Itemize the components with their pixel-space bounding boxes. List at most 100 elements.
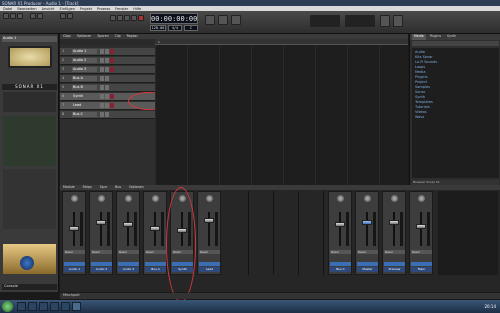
console-menu-module[interactable]: Module bbox=[63, 185, 75, 190]
tempo-display[interactable]: 120.00 bbox=[150, 25, 166, 31]
tv-menu-region[interactable]: Region bbox=[127, 34, 138, 39]
automation-mode[interactable]: Read bbox=[357, 250, 378, 254]
solo-button[interactable] bbox=[105, 49, 109, 54]
volume-fader[interactable] bbox=[366, 212, 368, 246]
key-display[interactable]: C bbox=[184, 25, 198, 31]
stop-button[interactable] bbox=[117, 15, 123, 21]
console-menu-options[interactable]: Optionen bbox=[129, 185, 144, 190]
tree-item[interactable]: Tutorials bbox=[415, 105, 430, 109]
arm-button[interactable] bbox=[110, 67, 114, 72]
output-select[interactable] bbox=[64, 262, 85, 266]
save-icon[interactable] bbox=[17, 13, 23, 19]
strip-name[interactable]: Lead bbox=[199, 267, 220, 272]
track-name[interactable]: Synth bbox=[72, 94, 97, 99]
fader-cap[interactable] bbox=[150, 226, 160, 231]
marker-icon[interactable] bbox=[218, 15, 228, 25]
console-menu-strips[interactable]: Strips bbox=[83, 185, 92, 190]
forward-button[interactable] bbox=[131, 15, 137, 21]
output-select[interactable] bbox=[411, 262, 432, 266]
pan-knob[interactable] bbox=[152, 195, 159, 202]
output-select[interactable] bbox=[384, 262, 405, 266]
track-name[interactable]: Bus A bbox=[72, 76, 97, 81]
fader-cap[interactable] bbox=[335, 222, 345, 227]
tree-item[interactable]: Sonar bbox=[415, 90, 425, 94]
tab-synth[interactable]: Synth bbox=[445, 34, 458, 40]
pan-knob[interactable] bbox=[418, 195, 425, 202]
tv-menu-options[interactable]: Optionen bbox=[77, 34, 92, 39]
automation-mode[interactable]: Read bbox=[91, 250, 112, 254]
mute-button[interactable] bbox=[100, 85, 104, 90]
sends-section[interactable] bbox=[3, 169, 56, 229]
pan-knob[interactable] bbox=[364, 195, 371, 202]
tab-plugins[interactable]: Plugins bbox=[428, 34, 443, 40]
channel-strip[interactable]: Read Main bbox=[409, 191, 433, 275]
channel-strip[interactable]: Read Audio 3 bbox=[116, 191, 140, 275]
tree-item[interactable]: Kits Sonar bbox=[415, 55, 433, 59]
fader-cap[interactable] bbox=[69, 226, 79, 231]
track-row[interactable]: 5 Bus B bbox=[60, 84, 155, 92]
taskbar-browser-icon[interactable] bbox=[28, 302, 37, 311]
strip-name[interactable]: Bus C bbox=[330, 267, 351, 272]
track-name[interactable]: Audio 1 bbox=[72, 49, 97, 54]
menu-help[interactable]: Hilfe bbox=[133, 7, 141, 11]
output-select[interactable] bbox=[118, 262, 139, 266]
channel-strip[interactable]: Read Master bbox=[355, 191, 379, 275]
console-menu-bus[interactable]: Bus bbox=[115, 185, 121, 190]
record-button[interactable] bbox=[138, 15, 144, 21]
pan-knob[interactable] bbox=[125, 195, 132, 202]
meter-display[interactable]: 4/4 bbox=[168, 25, 182, 31]
output-knob[interactable] bbox=[20, 256, 34, 270]
time-display[interactable]: 00:00:00:00 bbox=[150, 13, 198, 24]
taskbar-app-icon[interactable] bbox=[50, 302, 59, 311]
taskbar-sonar-icon[interactable] bbox=[72, 302, 81, 311]
arm-button[interactable] bbox=[110, 94, 114, 99]
track-name[interactable]: Audio 2 bbox=[72, 58, 97, 63]
track-name[interactable]: Lead bbox=[72, 103, 97, 108]
play-button[interactable] bbox=[124, 15, 130, 21]
fader-cap[interactable] bbox=[416, 224, 426, 229]
pan-knob[interactable] bbox=[206, 195, 213, 202]
arm-button[interactable] bbox=[110, 58, 114, 63]
tree-item[interactable]: Loops bbox=[415, 65, 425, 69]
mute-button[interactable] bbox=[100, 103, 104, 108]
track-name[interactable]: Bus C bbox=[72, 112, 97, 117]
menu-edit[interactable]: Bearbeiten bbox=[17, 7, 36, 11]
arm-button[interactable] bbox=[110, 103, 114, 108]
fader-cap[interactable] bbox=[362, 220, 372, 225]
tree-item[interactable]: Project bbox=[415, 80, 427, 84]
menu-process[interactable]: Prozess bbox=[97, 7, 110, 11]
eq-section[interactable] bbox=[3, 92, 56, 112]
solo-button[interactable] bbox=[105, 103, 109, 108]
pan-knob[interactable] bbox=[391, 195, 398, 202]
tree-item[interactable]: Media bbox=[415, 70, 426, 74]
menu-insert[interactable]: Einfügen bbox=[60, 7, 75, 11]
volume-fader[interactable] bbox=[420, 212, 422, 246]
automation-mode[interactable]: Read bbox=[384, 250, 405, 254]
output-select[interactable] bbox=[357, 262, 378, 266]
volume-fader[interactable] bbox=[339, 212, 341, 246]
undo-icon[interactable] bbox=[30, 13, 36, 19]
loop-icon[interactable] bbox=[231, 15, 241, 25]
mute-button[interactable] bbox=[100, 112, 104, 117]
track-row[interactable]: 1 Audio 1 bbox=[60, 48, 155, 56]
strip-name[interactable]: Preview bbox=[384, 267, 405, 272]
channel-strip[interactable]: Read Bus C bbox=[328, 191, 352, 275]
snap-icon[interactable] bbox=[205, 15, 215, 25]
tree-item[interactable]: Samples bbox=[415, 85, 430, 89]
track-name[interactable]: Bus B bbox=[72, 85, 97, 90]
fader-cap[interactable] bbox=[389, 220, 399, 225]
track-row[interactable]: 8 Bus C bbox=[60, 111, 155, 119]
rewind-button[interactable] bbox=[110, 15, 116, 21]
automation-mode[interactable]: Read bbox=[411, 250, 432, 254]
strip-name[interactable]: Master bbox=[357, 267, 378, 272]
channel-tools[interactable] bbox=[3, 116, 56, 166]
channel-strip[interactable]: Read Bus A bbox=[143, 191, 167, 275]
output-select[interactable] bbox=[145, 262, 166, 266]
strip-name[interactable]: Audio 3 bbox=[118, 267, 139, 272]
mode-icon[interactable] bbox=[60, 13, 66, 19]
pan-knob[interactable] bbox=[337, 195, 344, 202]
mute-button[interactable] bbox=[100, 67, 104, 72]
tree-item[interactable]: Wavs bbox=[415, 115, 424, 119]
solo-button[interactable] bbox=[105, 112, 109, 117]
open-icon[interactable] bbox=[10, 13, 16, 19]
